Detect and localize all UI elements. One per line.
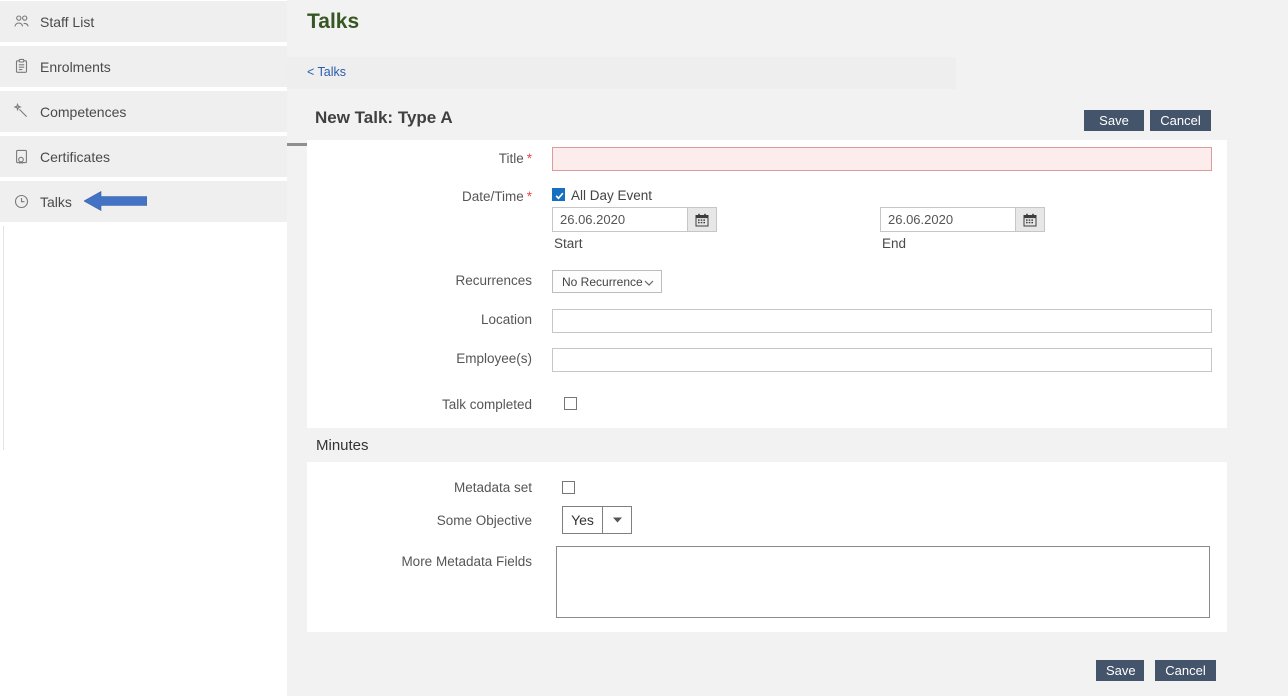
recurrences-label: Recurrences: [307, 273, 532, 288]
end-date-calendar-button[interactable]: [1015, 207, 1045, 232]
app-window: Staff List Enrolments Competences: [0, 0, 1288, 696]
start-date-group: [552, 207, 717, 232]
more-metadata-label: More Metadata Fields: [307, 554, 532, 569]
title-label: Title*: [307, 151, 532, 166]
sidebar-item-label: Enrolments: [40, 59, 111, 75]
location-input[interactable]: [552, 309, 1212, 333]
recurrences-selected-value: No Recurrence: [562, 275, 643, 289]
clock-icon: [13, 193, 30, 210]
location-label: Location: [307, 312, 532, 327]
some-objective-dropdown-button[interactable]: [602, 506, 632, 534]
talk-form-panel: Title* Date/Time* All Day Event: [307, 140, 1227, 428]
sidebar-item-competences[interactable]: Competences: [0, 91, 287, 132]
minutes-section-title: Minutes: [307, 437, 369, 454]
wand-icon: [13, 103, 30, 120]
dropdown-arrow-icon: [613, 517, 622, 523]
metadata-set-label: Metadata set: [307, 480, 532, 495]
end-date-input[interactable]: [880, 207, 1016, 232]
minutes-section-header: Minutes: [307, 428, 1227, 462]
all-day-event-label: All Day Event: [571, 188, 652, 203]
datetime-label: Date/Time*: [307, 189, 532, 204]
talk-completed-label: Talk completed: [307, 397, 532, 412]
page-title: Talks: [307, 10, 359, 34]
form-heading: New Talk: Type A: [315, 108, 453, 128]
start-date-calendar-button[interactable]: [687, 207, 717, 232]
sidebar-item-enrolments[interactable]: Enrolments: [0, 46, 287, 87]
sidebar-item-label: Competences: [40, 104, 126, 120]
calendar-icon: [1023, 213, 1037, 227]
save-button-top[interactable]: Save: [1084, 110, 1144, 131]
recurrences-select[interactable]: No Recurrence: [552, 270, 662, 293]
all-day-event-checkbox[interactable]: [552, 188, 565, 201]
title-input[interactable]: [552, 147, 1212, 171]
main-content: Talks < Talks New Talk: Type A Save Canc…: [287, 0, 1288, 696]
sidebar-item-label: Certificates: [40, 149, 110, 165]
chevron-down-icon: [644, 275, 654, 289]
end-date-group: [880, 207, 1045, 232]
certificate-icon: [13, 148, 30, 165]
talk-completed-checkbox[interactable]: [564, 397, 577, 410]
breadcrumb-back-link[interactable]: < Talks: [307, 65, 346, 79]
end-label: End: [882, 236, 906, 251]
pointer-arrow-icon: [84, 191, 147, 211]
required-asterisk: *: [527, 189, 532, 204]
sidebar: Staff List Enrolments Competences: [0, 0, 287, 696]
people-icon: [13, 13, 30, 30]
breadcrumb-bar: < Talks: [287, 57, 956, 89]
employees-input[interactable]: [552, 348, 1212, 372]
minutes-form-panel: Metadata set Some Objective Yes More Met…: [307, 462, 1227, 632]
sidebar-item-staff-list[interactable]: Staff List: [0, 1, 287, 42]
save-button-bottom[interactable]: Save: [1096, 660, 1144, 681]
sidebar-item-label: Staff List: [40, 14, 94, 30]
metadata-set-checkbox[interactable]: [562, 481, 575, 494]
sidebar-item-label: Talks: [40, 194, 72, 210]
start-date-input[interactable]: [552, 207, 688, 232]
sidebar-item-certificates[interactable]: Certificates: [0, 136, 287, 177]
some-objective-value[interactable]: Yes: [562, 506, 603, 534]
calendar-icon: [695, 213, 709, 227]
some-objective-label: Some Objective: [307, 513, 532, 528]
sidebar-divider: [3, 226, 4, 450]
some-objective-combo: Yes: [562, 506, 632, 534]
more-metadata-textarea[interactable]: [556, 546, 1210, 618]
employees-label: Employee(s): [307, 351, 532, 366]
cancel-button-bottom[interactable]: Cancel: [1155, 660, 1216, 681]
required-asterisk: *: [527, 151, 532, 166]
start-label: Start: [554, 236, 583, 251]
cancel-button-top[interactable]: Cancel: [1150, 110, 1211, 131]
clipboard-icon: [13, 58, 30, 75]
